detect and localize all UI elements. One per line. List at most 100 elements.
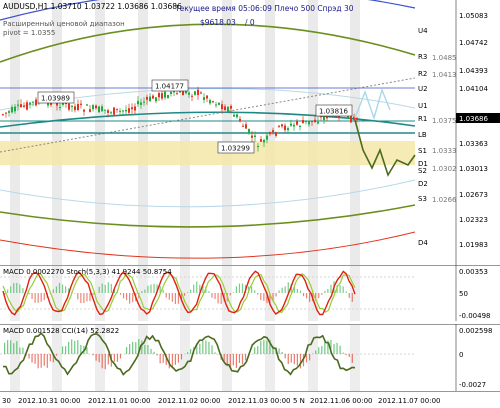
cci-hist-bar	[107, 354, 109, 365]
candle-body	[290, 123, 292, 126]
osc-hist-bar	[324, 290, 326, 293]
osc-hist-bar	[28, 293, 30, 295]
candle-body	[158, 93, 160, 98]
cci-hist-bar	[321, 346, 323, 354]
stochastic-axis-bottom: -0.00498	[459, 312, 490, 320]
candle-body	[131, 107, 133, 110]
cci-hist-bar	[132, 341, 134, 354]
cci-hist-bar	[290, 354, 292, 363]
overlay-title: Текущее время 05:06:09 Плечо 500 Спрэд 3…	[174, 4, 354, 13]
cci-hist-bar	[129, 344, 131, 354]
chart-header: AUDUSD,H1 1.03710 1.03722 1.03686 1.0368…	[3, 2, 182, 11]
cci-hist-bar	[318, 347, 320, 354]
candle-body	[77, 104, 79, 111]
mid-level-value: 1.0266	[432, 196, 457, 204]
osc-hist-bar	[43, 293, 45, 301]
price-chart-svg[interactable]: 1.03989 1.04177 1.03299 1.03816 AUDUSD,H…	[0, 0, 500, 265]
osc-hist-bar	[37, 293, 39, 303]
stochastic-label: MACD 0.0002270 Stoch(5,3,3) 41.9244 50.8…	[3, 268, 172, 276]
candle-body	[122, 110, 124, 112]
cci-hist-bar	[16, 341, 18, 354]
candle-body	[167, 95, 169, 98]
cci-hist-bar	[205, 340, 207, 354]
cci-hist-bar	[211, 345, 213, 354]
balance-separator: / 0	[245, 18, 255, 27]
cci-hist-bar	[49, 354, 51, 362]
osc-hist-bar	[86, 293, 88, 302]
cci-hist-bar	[119, 354, 122, 359]
cci-hist-bar	[86, 347, 88, 354]
cci-hist-bar	[156, 354, 158, 356]
osc-hist-bar	[211, 293, 213, 298]
session-bar	[265, 325, 275, 391]
price-axis-label: 1.04393	[459, 67, 488, 75]
cci-hist-bar	[263, 339, 265, 354]
osc-hist-bar	[305, 293, 308, 299]
candle-body	[263, 139, 265, 143]
osc-hist-bar	[119, 293, 122, 295]
cci-hist-bar	[4, 342, 6, 354]
candle-body	[161, 93, 163, 99]
osc-hist-bar	[104, 284, 106, 293]
cci-hist-bar	[77, 340, 79, 354]
osc-hist-bar	[281, 287, 283, 293]
cci-svg[interactable]: MACD 0.001528 CCI(14) 52.2822 0.002598 0…	[0, 324, 500, 391]
candle-body	[266, 135, 268, 140]
cci-hist-bar	[68, 341, 70, 354]
session-bar	[350, 325, 360, 391]
cci-hist-bar	[305, 354, 308, 363]
osc-hist-bar	[150, 284, 152, 293]
candle-body	[137, 100, 139, 105]
main-price-pane[interactable]: 1.03989 1.04177 1.03299 1.03816 AUDUSD,H…	[0, 0, 500, 265]
osc-hist-bar	[65, 286, 67, 293]
candle-body	[248, 128, 250, 134]
cci-hist-bar	[257, 346, 259, 354]
osc-hist-bar	[89, 293, 91, 302]
mid-level-value: 1.0485	[432, 54, 457, 62]
candle-body	[149, 96, 151, 102]
time-axis-label: 2012.11.06 00:00	[310, 397, 372, 405]
osc-hist-bar	[101, 283, 103, 293]
osc-hist-bar	[220, 293, 222, 304]
stochastic-svg[interactable]: MACD 0.0002270 Stoch(5,3,3) 41.9244 50.8…	[0, 265, 500, 321]
time-axis-label: 2012.10.31 00:00	[18, 397, 80, 405]
range-label: Расширенный ценовой диапазон	[3, 20, 125, 28]
candle-body	[194, 91, 196, 95]
cci-hist-bar	[278, 348, 280, 354]
candle-body	[23, 105, 25, 107]
stochastic-pane[interactable]: MACD 0.0002270 Stoch(5,3,3) 41.9244 50.8…	[0, 265, 500, 321]
candle-body	[68, 103, 70, 110]
cci-hist-bar	[116, 354, 119, 362]
cci-hist-bar	[92, 354, 94, 356]
osc-hist-bar	[208, 291, 210, 293]
candle-body	[80, 103, 82, 105]
time-axis: 30 2012.10.31 00:00 2012.11.01 00:00 2012.1…	[0, 391, 500, 408]
candle-body	[317, 121, 319, 124]
osc-hist-bar	[229, 293, 231, 296]
osc-hist-bar	[110, 283, 112, 293]
candle-body	[230, 105, 232, 109]
candle-body	[17, 104, 19, 106]
osc-hist-bar	[232, 292, 234, 293]
cci-hist-bar	[71, 339, 73, 354]
cci-hist-bar	[95, 354, 97, 361]
candle-body	[269, 132, 271, 135]
cci-hist-bar	[266, 340, 268, 354]
osc-hist-bar	[132, 293, 134, 303]
candle-body	[11, 107, 13, 113]
cci-hist-bar	[281, 351, 283, 354]
candle-body	[257, 146, 259, 148]
cci-hist-bar	[202, 340, 204, 354]
candle-body	[26, 102, 28, 110]
cci-hist-bar	[55, 354, 58, 356]
level-label-r2: R2	[418, 70, 427, 78]
candle-body	[233, 114, 235, 117]
candle-body	[146, 96, 148, 100]
osc-hist-bar	[321, 293, 323, 295]
osc-hist-bar	[141, 291, 143, 293]
osc-hist-bar	[153, 283, 155, 293]
cci-hist-bar	[336, 342, 338, 354]
cci-axis-top: 0.002598	[459, 327, 492, 335]
osc-hist-bar	[174, 293, 176, 304]
cci-pane[interactable]: MACD 0.001528 CCI(14) 52.2822 0.002598 0…	[0, 324, 500, 391]
